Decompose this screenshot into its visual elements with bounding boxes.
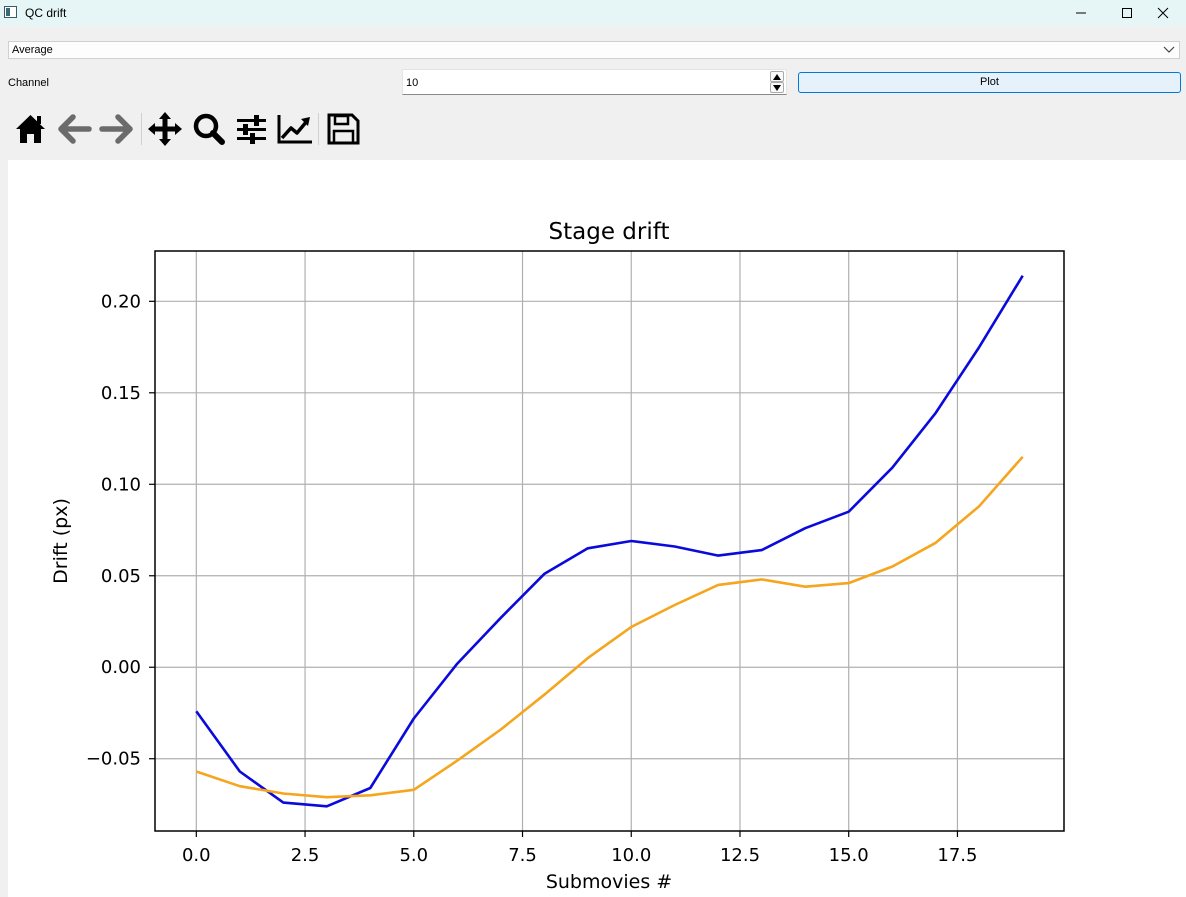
zoom-magnifier-icon [193, 113, 225, 145]
x-tick-label: 0.0 [182, 845, 211, 866]
configure-subplots-icon [237, 115, 266, 144]
x-tick-label: 17.5 [937, 845, 977, 866]
x-tick-label: 5.0 [399, 845, 428, 866]
y-tick-label: 0.15 [101, 383, 141, 404]
forward-arrow-icon [99, 114, 133, 144]
y-tick-label: 0.00 [101, 657, 141, 678]
edit-axis-button[interactable] [277, 110, 313, 148]
pan-button[interactable] [147, 110, 183, 148]
y-axis-label: Drift (px) [50, 498, 72, 584]
back-button[interactable] [57, 110, 93, 148]
x-tick-label: 10.0 [611, 845, 651, 866]
plot-frame [154, 250, 1065, 832]
home-icon [16, 115, 45, 143]
spin-down-button[interactable] [770, 82, 784, 93]
home-button[interactable] [13, 110, 49, 148]
x-tick-label: 12.5 [720, 845, 760, 866]
minimize-icon [1076, 12, 1086, 14]
back-arrow-icon [58, 114, 92, 144]
minimize-button[interactable] [1058, 0, 1104, 26]
triangle-up-icon [773, 74, 781, 80]
figure-canvas[interactable]: Stage drift 0.0 2.5 5.0 7.5 10.0 12.5 15.0 17.5… [8, 160, 1186, 897]
x-axis-label: Submovies # [546, 871, 672, 893]
plot-button[interactable]: Plot [798, 72, 1181, 93]
y-tick-label: 0.05 [101, 566, 141, 587]
edit-axis-curves-icon [277, 115, 312, 144]
channel-spinbox[interactable]: 10 [402, 69, 787, 95]
close-icon [1157, 7, 1169, 19]
channel-value: 10 [406, 77, 419, 89]
spin-up-button[interactable] [770, 71, 784, 82]
save-floppy-icon [327, 113, 360, 145]
toolbar-separator [141, 113, 142, 145]
x-tick-label: 7.5 [508, 845, 537, 866]
maximize-icon [1122, 8, 1132, 18]
series-line-2 [195, 455, 1024, 799]
triangle-down-icon [773, 85, 781, 91]
toolbar-separator [318, 113, 319, 145]
close-button[interactable] [1140, 0, 1186, 26]
chevron-down-icon [1163, 46, 1175, 53]
y-tick-label: 0.10 [101, 474, 141, 495]
drift-chart[interactable]: Stage drift 0.0 2.5 5.0 7.5 10.0 12.5 15.0 17.5… [8, 160, 1186, 897]
chart-title: Stage drift [549, 219, 670, 245]
zoom-button[interactable] [191, 110, 227, 148]
pan-move-icon [148, 112, 182, 146]
title-bar: QC drift [0, 0, 1186, 26]
mode-select-value: Average [12, 44, 53, 56]
x-tick-label: 15.0 [829, 845, 869, 866]
app-window-icon [4, 6, 17, 18]
y-tick-label: 0.20 [101, 291, 141, 312]
mode-select[interactable]: Average [8, 41, 1180, 59]
y-tick-label: −0.05 [86, 749, 141, 770]
x-tick-label: 2.5 [291, 845, 320, 866]
save-figure-button[interactable] [325, 110, 361, 148]
configure-subplots-button[interactable] [234, 110, 270, 148]
forward-button[interactable] [98, 110, 134, 148]
series-line-1 [195, 275, 1024, 808]
window-title: QC drift [25, 6, 67, 20]
channel-label: Channel [8, 77, 49, 89]
